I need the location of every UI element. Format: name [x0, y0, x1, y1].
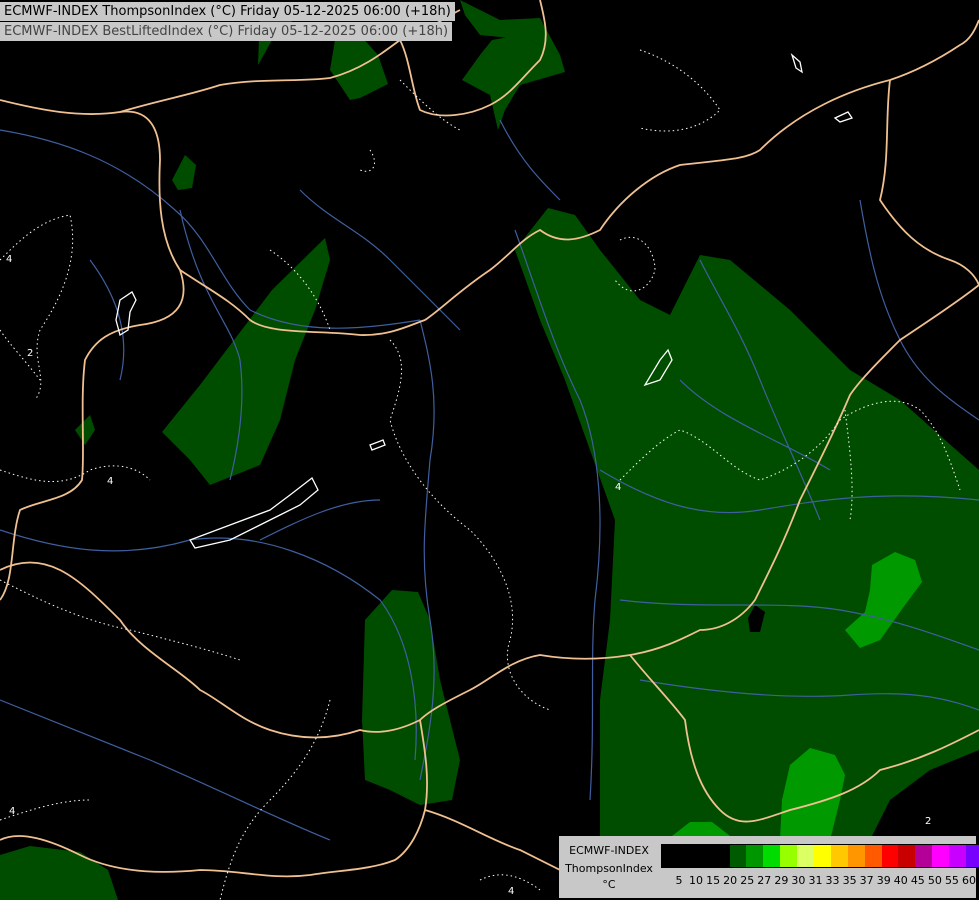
legend-swatch: [864, 845, 882, 867]
legend-tick-label: 60: [962, 874, 976, 887]
contour-label: 4: [508, 886, 515, 897]
legend-swatch: [949, 845, 967, 867]
legend-ticks: 5 10 15 20 25 27 29 30 31 33 35 37 39 40 45 50 55 60: [671, 874, 979, 888]
legend-swatch: [814, 845, 831, 867]
legend-tick-label: 30: [791, 874, 806, 887]
legend-swatch: [847, 845, 865, 867]
contour-label: 4: [9, 806, 16, 817]
legend-tick-label: 35: [842, 874, 857, 887]
contour-label: 4: [615, 482, 622, 493]
legend-tick-label: 25: [740, 874, 755, 887]
legend-tick-label: 31: [808, 874, 823, 887]
legend-color-scale: [661, 844, 979, 868]
contour-label: 2: [925, 816, 932, 827]
legend-swatch: [746, 845, 764, 867]
legend-tick-label: 50: [927, 874, 942, 887]
legend-swatch: [662, 845, 679, 867]
legend-tick-label: 10: [689, 874, 704, 887]
legend-tick-label: 45: [910, 874, 925, 887]
legend-parameter-label: ThompsonIndex: [565, 862, 653, 875]
legend-tick-label: 27: [757, 874, 772, 887]
legend-swatch: [932, 845, 950, 867]
legend-tick-label: 55: [944, 874, 959, 887]
legend-swatch: [712, 845, 730, 867]
legend-unit-label: °C: [602, 878, 616, 891]
legend-tick-label: 15: [706, 874, 721, 887]
legend-swatch: [695, 845, 713, 867]
legend-swatch: [729, 845, 747, 867]
legend-swatch: [915, 845, 933, 867]
legend-swatch: [898, 845, 916, 867]
legend-swatch: [678, 845, 696, 867]
legend-swatch: [797, 845, 815, 867]
color-legend: ECMWF-INDEX ThompsonIndex °C 5 10 15 20 25 27…: [559, 836, 979, 898]
legend-tick-label: 33: [825, 874, 840, 887]
legend-model-label: ECMWF-INDEX: [569, 844, 649, 857]
contour-label: 4: [107, 476, 114, 487]
legend-swatch: [763, 845, 781, 867]
legend-tick-label: 29: [774, 874, 789, 887]
weather-map: [0, 0, 979, 900]
legend-swatch: [780, 845, 798, 867]
map-title-best-lifted-index: ECMWF-INDEX BestLiftedIndex (°C) Friday …: [0, 22, 453, 41]
legend-swatch: [966, 845, 979, 867]
contour-label: 4: [6, 254, 13, 265]
map-title-thompson-index: ECMWF-INDEX ThompsonIndex (°C) Friday 05…: [0, 2, 455, 21]
legend-tick-label: 20: [723, 874, 738, 887]
legend-swatch: [881, 845, 899, 867]
legend-tick-label: 40: [893, 874, 908, 887]
legend-tick-label: 39: [876, 874, 891, 887]
contour-label: 2: [27, 348, 34, 359]
legend-tick-label: 5: [675, 874, 683, 887]
legend-tick-label: 37: [859, 874, 874, 887]
legend-swatch: [830, 845, 848, 867]
